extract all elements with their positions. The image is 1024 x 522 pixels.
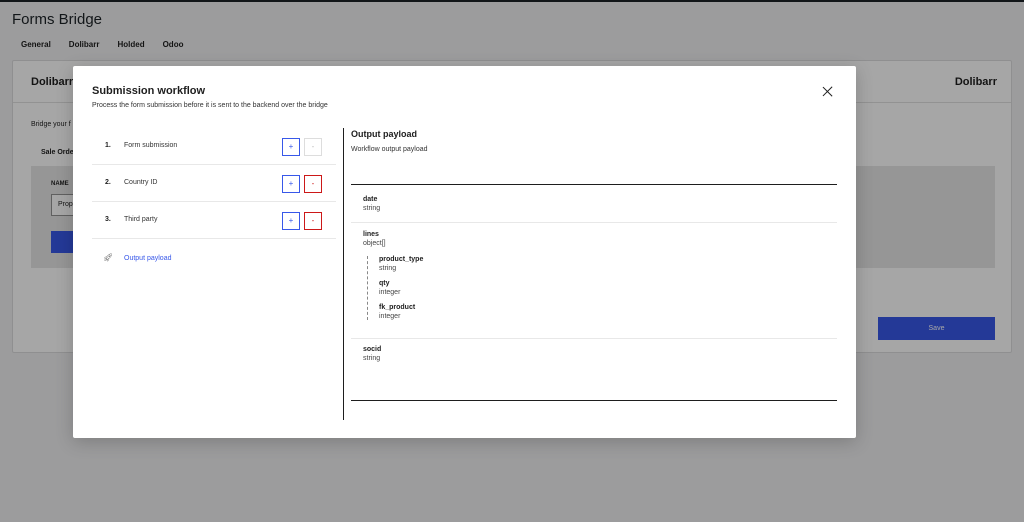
add-step-button[interactable]: + [282,212,300,230]
remove-step-button[interactable]: - [304,212,322,230]
nested-fields: product_type string qty integer fk_produ… [367,256,423,320]
add-step-button[interactable]: + [282,138,300,156]
field-separator [351,338,837,339]
vertical-divider [343,128,344,420]
remove-step-button[interactable]: - [304,175,322,193]
output-title: Output payload [351,129,417,139]
rocket-icon: 🚀︎ [103,253,114,262]
field-type: integer [379,289,401,296]
payload-field: qty integer [379,280,423,296]
step-label[interactable]: Country ID [124,179,157,186]
output-payload-link[interactable]: Output payload [124,255,171,262]
field-separator [351,222,837,223]
divider-top [351,184,837,185]
field-name: product_type [379,256,424,263]
modal-title: Submission workflow [92,85,206,97]
step-number: 2. [105,179,111,186]
workflow-steps: 1. Form submission + - 2. Country ID + -… [92,128,336,276]
field-type: integer [379,313,401,320]
field-type: string [379,265,397,272]
workflow-step[interactable]: 2. Country ID + - [92,165,336,202]
modal-subtitle: Process the form submission before it is… [92,102,328,109]
close-icon[interactable] [818,82,838,102]
remove-step-button: - [304,138,322,156]
payload-field: product_type string [379,256,423,272]
field-name: fk_product [379,304,416,311]
field-name: socid [363,346,382,353]
payload-field: fk_product integer [379,304,423,320]
workflow-modal: Submission workflow Process the form sub… [73,66,856,438]
payload-field: socid string [363,346,381,362]
step-label[interactable]: Form submission [124,142,177,149]
divider-bottom [351,400,837,401]
payload-field: date string [363,196,380,212]
step-label[interactable]: Third party [124,216,157,223]
field-name: lines [363,231,379,238]
add-step-button[interactable]: + [282,175,300,193]
output-payload-step[interactable]: 🚀︎ Output payload [92,239,336,276]
output-description: Workflow output payload [351,146,428,153]
field-name: qty [379,280,390,287]
field-type: string [363,355,381,362]
workflow-step[interactable]: 3. Third party + - [92,202,336,239]
payload-field: lines object[] [363,231,386,247]
step-number: 1. [105,142,111,149]
field-type: string [363,205,381,212]
field-name: date [363,196,378,203]
workflow-step[interactable]: 1. Form submission + - [92,128,336,165]
step-number: 3. [105,216,111,223]
field-type: object[] [363,240,386,247]
